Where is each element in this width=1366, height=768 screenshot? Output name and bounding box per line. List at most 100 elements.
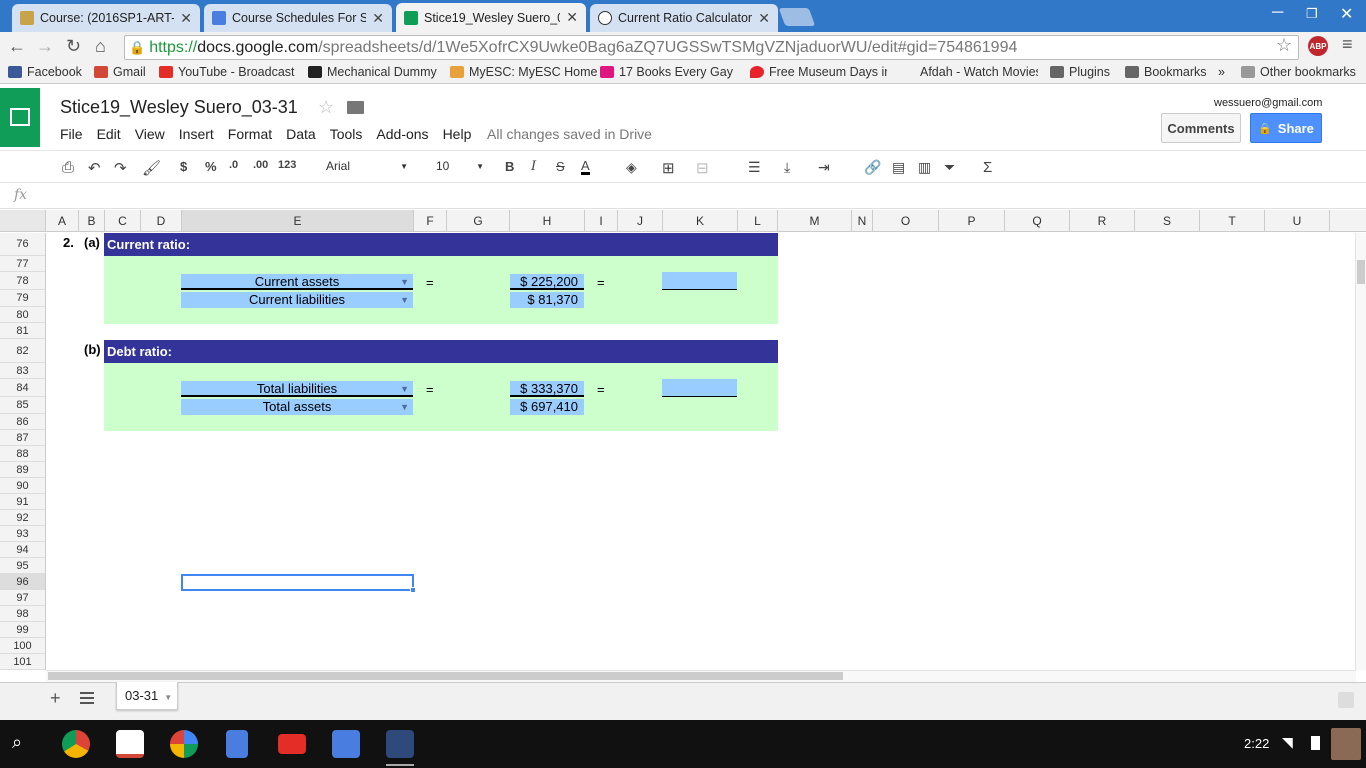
battery-icon[interactable] [1311, 736, 1320, 750]
col-header-n[interactable]: N [852, 210, 873, 231]
forward-icon[interactable]: → [36, 36, 54, 57]
account-email[interactable]: wessuero@gmail.com [1214, 97, 1322, 109]
row-header[interactable]: 95 [0, 558, 45, 574]
row-header[interactable]: 81 [0, 323, 45, 339]
explore-icon[interactable] [1338, 692, 1354, 708]
row-header[interactable]: 79 [0, 290, 45, 307]
window-close-icon[interactable]: ✕ [1340, 4, 1353, 24]
row-header[interactable]: 80 [0, 307, 45, 323]
current-assets-value[interactable]: $ 225,200 [510, 274, 584, 290]
menu-help[interactable]: Help [443, 126, 472, 142]
fill-color-icon[interactable]: ◈ [626, 159, 637, 176]
col-header-q[interactable]: Q [1005, 210, 1070, 231]
italic-button[interactable]: I [531, 159, 536, 174]
minimize-icon[interactable]: ─ [1272, 4, 1283, 22]
select-all-corner[interactable] [0, 210, 46, 231]
adblock-icon[interactable]: ABP [1308, 36, 1328, 56]
browser-tab-schedules[interactable]: Course Schedules For Spr ✕ [204, 4, 392, 32]
menu-file[interactable]: File [60, 126, 83, 142]
redo-icon[interactable]: ↷ [114, 159, 127, 177]
reload-icon[interactable]: ↻ [66, 36, 81, 57]
bookmark-facebook[interactable]: Facebook [8, 65, 82, 79]
functions-button[interactable]: Σ [983, 159, 992, 176]
merge-cells-icon[interactable]: ⊟ [696, 159, 709, 177]
currency-format-button[interactable]: $ [180, 159, 187, 174]
row-header[interactable]: 85 [0, 397, 45, 414]
comments-button[interactable]: Comments [1161, 113, 1241, 143]
col-header-s[interactable]: S [1135, 210, 1200, 231]
strikethrough-button[interactable]: S [556, 159, 565, 174]
close-icon[interactable]: ✕ [180, 10, 192, 27]
back-icon[interactable]: ← [8, 36, 26, 57]
total-liabilities-dropdown[interactable]: Total liabilities ▼ [181, 381, 413, 397]
row-header[interactable]: 93 [0, 526, 45, 542]
all-sheets-menu-icon[interactable] [80, 692, 94, 704]
current-liabilities-value[interactable]: $ 81,370 [510, 292, 584, 308]
share-button[interactable]: 🔒 Share [1250, 113, 1322, 143]
col-header-o[interactable]: O [873, 210, 939, 231]
row-header[interactable]: 90 [0, 478, 45, 494]
paint-format-icon[interactable]: 🖌 [142, 159, 161, 177]
total-liabilities-value[interactable]: $ 333,370 [510, 381, 584, 397]
selected-cell-e96[interactable] [181, 574, 416, 593]
bookmark-17-books[interactable]: 17 Books Every Gay M [600, 65, 737, 79]
search-icon[interactable]: ⌕ [12, 732, 22, 753]
row-header[interactable]: 94 [0, 542, 45, 558]
row-header[interactable]: 82 [0, 339, 45, 363]
print-icon[interactable]: ⎙ [62, 159, 74, 176]
row-header[interactable]: 86 [0, 414, 45, 430]
avatar[interactable] [1331, 728, 1361, 760]
col-header-t[interactable]: T [1200, 210, 1265, 231]
bookmark-gmail[interactable]: Gmail [94, 65, 146, 79]
bookmark-mechanical-dummy[interactable]: Mechanical Dummy [308, 65, 437, 79]
vertical-align-icon[interactable]: ⤓ [784, 159, 790, 176]
col-header-u[interactable]: U [1265, 210, 1330, 231]
menu-insert[interactable]: Insert [179, 126, 214, 142]
document-title[interactable]: Stice19_Wesley Suero_03-31 [60, 97, 298, 118]
row-header[interactable]: 77 [0, 256, 45, 272]
new-tab-button[interactable] [778, 8, 816, 26]
insert-comment-icon[interactable]: ▤ [892, 159, 905, 176]
current-ratio-answer-cell[interactable] [662, 272, 737, 290]
bookmark-afdah[interactable]: Afdah - Watch Movies [920, 65, 1038, 79]
col-header-m[interactable]: M [778, 210, 852, 231]
row-header[interactable]: 87 [0, 430, 45, 446]
filter-icon[interactable]: ⏷ [944, 159, 955, 176]
save-status[interactable]: All changes saved in Drive [487, 126, 652, 142]
col-header-g[interactable]: G [447, 210, 510, 231]
current-liabilities-dropdown[interactable]: Current liabilities ▼ [181, 292, 413, 308]
google-app-icon[interactable] [170, 730, 198, 758]
more-formats-button[interactable]: 123 [278, 159, 296, 171]
col-header-d[interactable]: D [141, 210, 182, 231]
menu-tools[interactable]: Tools [330, 126, 363, 142]
sheets-logo-icon[interactable] [0, 88, 40, 147]
col-header-e[interactable]: E [182, 210, 414, 231]
percent-format-button[interactable]: % [205, 159, 217, 174]
gmail-app-icon[interactable] [116, 730, 144, 758]
vertical-scroll-thumb[interactable] [1357, 260, 1365, 284]
browser-tab-course[interactable]: Course: (2016SP1-ART-22 ✕ [12, 4, 200, 32]
row-header[interactable]: 91 [0, 494, 45, 510]
row-header[interactable]: 89 [0, 462, 45, 478]
row-header[interactable]: 99 [0, 622, 45, 638]
horizontal-scroll-thumb[interactable] [48, 672, 843, 680]
fill-handle[interactable] [410, 587, 416, 593]
row-header[interactable]: 98 [0, 606, 45, 622]
address-bar[interactable]: 🔒 https:// docs.google.com /spreadsheets… [124, 35, 1299, 60]
browser-tab-calculator[interactable]: Current Ratio Calculator ✕ [590, 4, 778, 32]
text-wrap-icon[interactable]: ⇥ [818, 159, 830, 176]
col-header-a[interactable]: A [46, 210, 79, 231]
chrome-app-icon[interactable] [62, 730, 90, 758]
system-clock[interactable]: 2:22 [1244, 736, 1269, 751]
close-icon[interactable]: ✕ [758, 10, 770, 27]
star-icon[interactable]: ☆ [318, 97, 334, 118]
col-header-p[interactable]: P [939, 210, 1005, 231]
total-assets-dropdown[interactable]: Total assets ▼ [181, 399, 413, 415]
calendar-app-icon[interactable] [332, 730, 360, 758]
col-header-j[interactable]: J [618, 210, 663, 231]
bookmark-youtube[interactable]: YouTube - Broadcast Y [159, 65, 296, 79]
row-header[interactable]: 83 [0, 363, 45, 379]
bold-button[interactable]: B [505, 159, 514, 174]
increase-decimal-button[interactable]: .00 [253, 159, 268, 171]
col-header-i[interactable]: I [585, 210, 618, 231]
